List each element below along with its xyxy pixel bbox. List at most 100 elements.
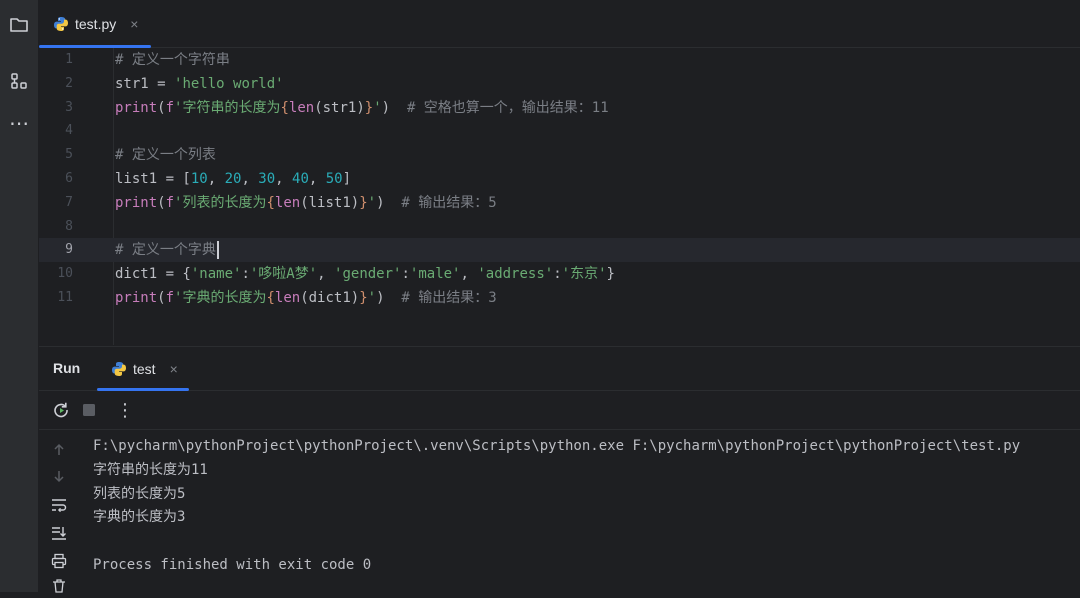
tab-close-icon[interactable]: ×	[130, 16, 138, 32]
code-text: print(f'字符串的长度为{len(str1)}') # 空格也算一个，输出…	[115, 96, 609, 120]
code-token: :	[553, 266, 562, 283]
code-line[interactable]: 1 # 定义一个字符串	[39, 48, 1080, 72]
run-toolbar: ⋮	[39, 391, 1080, 430]
soft-wrap-icon[interactable]	[47, 493, 71, 517]
scroll-to-end-icon[interactable]	[47, 521, 71, 545]
code-token: print	[115, 99, 158, 116]
print-icon[interactable]	[47, 549, 71, 573]
code-line[interactable]: 5 # 定义一个列表	[39, 143, 1080, 167]
trash-icon[interactable]	[47, 574, 71, 598]
code-line[interactable]: 4	[39, 119, 1080, 143]
console-line: 列表的长度为5	[93, 485, 186, 502]
line-number: 3	[65, 99, 73, 115]
code-token: len	[288, 99, 315, 116]
editor-area: test.py × 1 # 定义一个字符串 2 str1 = 'hello world…	[39, 0, 1080, 345]
code-text: print(f'列表的长度为{len(list1)}') # 输出结果：5	[115, 191, 497, 215]
run-tab-test[interactable]: test ×	[97, 347, 189, 391]
code-text: # 定义一个字符串	[115, 48, 230, 72]
code-token: ,	[275, 171, 293, 187]
code-line[interactable]: 3 print(f'字符串的长度为{len(str1)}') # 空格也算一个，输…	[39, 96, 1080, 120]
code-token: }	[359, 194, 368, 211]
code-token: {	[266, 194, 275, 211]
code-token: f	[165, 290, 175, 306]
line-number: 4	[65, 123, 73, 139]
code-token: # 定义一个字典	[115, 242, 216, 259]
run-tab-label: test	[133, 360, 156, 377]
code-token: '哆啦A梦'	[249, 266, 318, 283]
stop-icon[interactable]	[77, 398, 101, 422]
code-token: len	[274, 290, 301, 306]
code-token: 40	[292, 171, 309, 187]
line-number: 7	[65, 194, 73, 210]
line-number: 11	[57, 290, 73, 305]
tool-window-strip: ⋯	[0, 0, 39, 592]
code-token: :	[401, 266, 410, 283]
code-token: 10	[190, 171, 208, 187]
code-token: 'name'	[190, 266, 242, 283]
more-tools-icon[interactable]: ⋯	[4, 108, 34, 138]
line-number: 10	[57, 266, 73, 282]
scroll-down-icon[interactable]	[47, 464, 71, 488]
structure-icon[interactable]	[4, 66, 34, 96]
line-number: 8	[65, 218, 73, 234]
more-options-icon[interactable]: ⋮	[113, 398, 137, 422]
code-text: dict1 = {'name':'哆啦A梦', 'gender':'male',…	[115, 262, 615, 286]
code-token: dict1 = {	[115, 266, 191, 283]
code-line[interactable]: 8	[39, 215, 1080, 239]
code-token: f	[165, 194, 175, 211]
console-line: F:\pycharm\pythonProject\pythonProject\.…	[93, 438, 1021, 454]
line-number: 2	[65, 75, 73, 91]
line-number: 9	[65, 242, 73, 258]
scroll-up-icon[interactable]	[47, 438, 71, 462]
code-token: '	[373, 99, 382, 116]
code-token: (dict1)	[300, 290, 360, 306]
code-token: '	[367, 194, 377, 211]
code-token: ,	[460, 266, 478, 283]
code-token: '	[367, 290, 377, 306]
code-editor[interactable]: 1 # 定义一个字符串 2 str1 = 'hello world' 3 print(f'…	[39, 48, 1080, 345]
code-token: (	[157, 290, 166, 306]
code-token: (	[157, 194, 166, 211]
code-line[interactable]: 9 # 定义一个字典	[39, 238, 1080, 263]
code-token: )	[376, 290, 402, 306]
line-number: 6	[65, 171, 73, 186]
code-line[interactable]: 7 print(f'列表的长度为{len(list1)}') # 输出结果：5	[39, 191, 1080, 215]
code-line[interactable]: 11 print(f'字典的长度为{len(dict1)}') # 输出结果：3	[39, 286, 1080, 310]
code-token: ,	[241, 171, 259, 187]
code-token: ,	[207, 171, 225, 187]
code-line[interactable]: 2 str1 = 'hello world'	[39, 72, 1080, 96]
run-title: Run	[53, 360, 81, 376]
code-token: print	[115, 194, 158, 211]
run-tool-window: Run test × ⋮ F:\pycharm\pythonProject\py…	[39, 346, 1080, 593]
code-token: len	[274, 194, 301, 211]
code-token: }	[364, 99, 374, 116]
code-token: (list1)	[300, 194, 360, 211]
code-text: list1 = [10, 20, 30, 40, 50]	[115, 167, 351, 191]
code-text: str1 = 'hello world'	[115, 72, 284, 96]
code-token: 50	[325, 171, 343, 187]
code-token: ,	[308, 171, 326, 187]
project-folder-icon[interactable]	[4, 10, 34, 40]
run-header: Run test ×	[39, 347, 1080, 391]
code-token: # 输出结果：3	[401, 290, 497, 306]
tab-test-py[interactable]: test.py ×	[39, 0, 151, 48]
code-token: '字典的长度为	[174, 290, 267, 306]
console-line: 字典的长度为3	[93, 509, 186, 526]
code-token: 'hello world'	[174, 75, 284, 92]
code-token: ,	[317, 266, 335, 283]
code-token: '字符串的长度为	[174, 99, 281, 116]
code-token: }	[359, 290, 368, 306]
code-token: 'address'	[477, 266, 554, 283]
code-token: )	[381, 99, 407, 116]
rerun-icon[interactable]	[49, 398, 73, 422]
editor-tab-bar: test.py ×	[39, 0, 1080, 48]
code-text: # 定义一个列表	[115, 143, 216, 167]
code-token: :	[241, 266, 250, 283]
code-token: 'gender'	[334, 266, 402, 283]
run-tab-close-icon[interactable]: ×	[170, 361, 178, 377]
code-token: # 空格也算一个，输出结果：11	[406, 99, 609, 116]
console-output[interactable]: F:\pycharm\pythonProject\pythonProject\.…	[93, 430, 1080, 592]
code-line[interactable]: 6 list1 = [10, 20, 30, 40, 50]	[39, 167, 1080, 191]
code-line[interactable]: 10 dict1 = {'name':'哆啦A梦', 'gender':'male…	[39, 262, 1080, 286]
code-token: {	[280, 99, 289, 116]
